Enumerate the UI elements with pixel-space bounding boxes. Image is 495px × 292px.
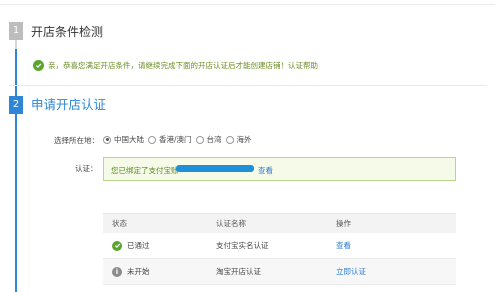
auth-label: 认证：	[75, 164, 98, 173]
region-option-taiwan[interactable]: 台湾	[195, 134, 222, 145]
region-option-label: 香港/澳门	[159, 135, 192, 144]
step-1-title: 开店条件检测	[31, 25, 104, 39]
region-option-hk-macau[interactable]: 香港/澳门	[148, 134, 192, 145]
step-2-title: 申请开店认证	[31, 97, 107, 112]
check-circle-icon	[33, 59, 44, 71]
auth-view-link[interactable]: 查看	[258, 165, 273, 176]
radio-icon[interactable]	[195, 135, 204, 144]
top-divider	[0, 4, 495, 5]
row-status: i 未开始	[103, 266, 216, 277]
view-link[interactable]: 查看	[336, 240, 456, 251]
region-option-label: 海外	[236, 135, 252, 144]
auth-message: 您已绑定了支付宝账	[111, 166, 179, 175]
status-text: 未开始	[127, 267, 150, 276]
table-row: 已通过 支付宝实名认证 查看	[103, 233, 456, 259]
radio-selected-icon[interactable]	[103, 135, 111, 144]
region-radio-group: 中国大陆 香港/澳门 台湾 海外	[103, 134, 256, 145]
step-2-badge: 2	[9, 96, 23, 114]
certification-table: 状态 认证名称 操作 已通过 支付宝实名认证 查看 i 未开始 淘宝开店认证 立…	[103, 213, 456, 285]
notice-text: 亲，恭喜您满足开店条件，请继续完成下面的开店认证后才能创建店铺！认证帮助	[48, 60, 318, 70]
region-option-mainland[interactable]: 中国大陆	[103, 134, 144, 145]
region-option-label: 中国大陆	[114, 135, 144, 144]
open-store-page: 1 开店条件检测 亲，恭喜您满足开店条件，请继续完成下面的开店认证后才能创建店铺…	[0, 0, 495, 292]
redacted-account	[176, 165, 254, 172]
row-status: 已通过	[103, 240, 216, 251]
info-circle-icon: i	[112, 266, 122, 277]
step-1-badge: 1	[9, 22, 23, 40]
region-label: 选择所在地：	[54, 136, 99, 145]
region-option-overseas[interactable]: 海外	[225, 134, 252, 145]
certify-now-link[interactable]: 立即认证	[336, 266, 456, 277]
check-circle-icon	[112, 240, 122, 251]
table-header: 状态 认证名称 操作	[103, 213, 456, 233]
radio-icon[interactable]	[225, 135, 234, 144]
table-row: i 未开始 淘宝开店认证 立即认证	[103, 259, 456, 285]
row-name: 支付宝实名认证	[216, 241, 269, 250]
header-action: 操作	[336, 219, 351, 228]
section-divider	[9, 85, 487, 86]
header-name: 认证名称	[216, 219, 246, 228]
header-status: 状态	[112, 219, 127, 228]
row-name: 淘宝开店认证	[216, 267, 261, 276]
status-text: 已通过	[127, 241, 150, 250]
radio-icon[interactable]	[148, 135, 156, 144]
auth-status-box: 您已绑定了支付宝账 查看	[103, 157, 456, 181]
region-option-label: 台湾	[206, 135, 222, 144]
eligibility-notice: 亲，恭喜您满足开店条件，请继续完成下面的开店认证后才能创建店铺！认证帮助	[33, 58, 318, 72]
